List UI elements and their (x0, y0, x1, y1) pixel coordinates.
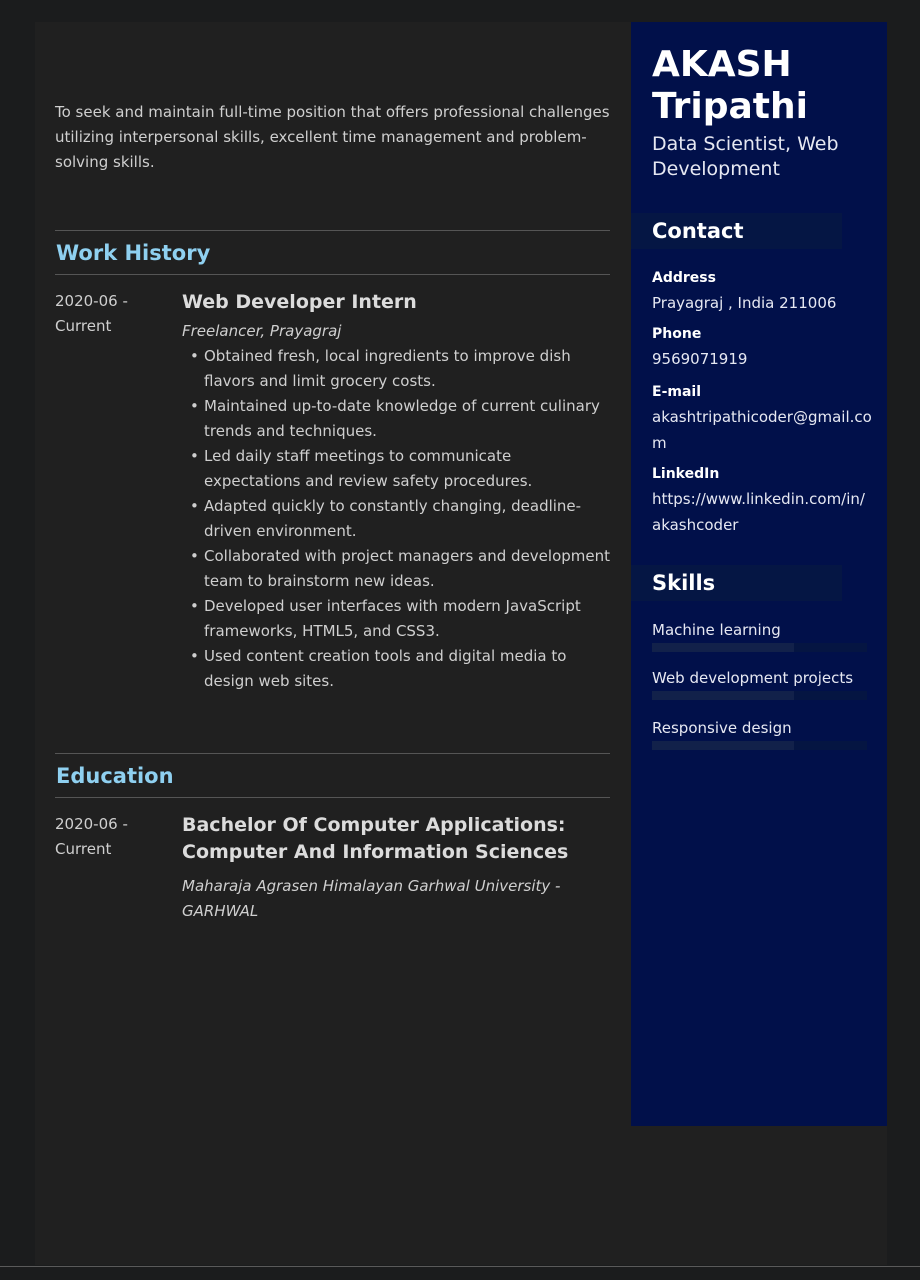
section-heading: Work History (56, 241, 211, 265)
skill-name: Web development projects (652, 669, 854, 687)
email-value[interactable]: akashtripathicoder@gmail.com (652, 404, 872, 456)
list-item: Adapted quickly to constantly changing, … (190, 494, 610, 544)
phone-label: Phone (652, 326, 702, 342)
date-end: Current (55, 317, 112, 335)
date-start: 2020-06 - (55, 292, 128, 310)
contact-heading: Contact (631, 213, 842, 249)
skill-level-fill (652, 691, 794, 700)
date-start: 2020-06 - (55, 815, 128, 833)
contact-linkedin: LinkedIn https://www.linkedin.com/in/aka… (652, 464, 872, 538)
degree-title: Bachelor Of Computer Applications: Compu… (182, 814, 569, 863)
list-item: Used content creation tools and digital … (190, 644, 610, 694)
address-label: Address (652, 270, 716, 286)
responsibilities-list: Obtained fresh, local ingredients to imp… (182, 344, 610, 694)
skill-level-bar (652, 643, 867, 652)
bottom-divider (0, 1266, 920, 1267)
job-entry: 2020-06 - Current Web Developer Intern F… (55, 275, 610, 694)
career-objective: To seek and maintain full-time position … (55, 103, 610, 171)
first-name: AKASH (652, 44, 792, 85)
work-history-section: Work History 2020-06 - Current Web Devel… (55, 230, 610, 694)
list-item: Obtained fresh, local ingredients to imp… (190, 344, 610, 394)
education-dates: 2020-06 - Current (55, 812, 165, 862)
phone-value: 9569071919 (652, 350, 748, 368)
last-name: Tripathi (652, 86, 808, 127)
contact-phone: Phone 9569071919 (652, 324, 872, 372)
school-name: Maharaja Agrasen Himalayan Garhwal Unive… (182, 877, 561, 920)
list-item: Maintained up-to-date knowledge of curre… (190, 394, 610, 444)
skill-item: Web development projects (652, 668, 867, 700)
date-end: Current (55, 840, 112, 858)
list-item: Developed user interfaces with modern Ja… (190, 594, 610, 644)
address-value: Prayagraj , India 211006 (652, 294, 837, 312)
list-item: Collaborated with project managers and d… (190, 544, 610, 594)
skill-item: Machine learning (652, 620, 867, 652)
job-title: Web Developer Intern (182, 291, 417, 313)
skill-level-fill (652, 741, 794, 750)
job-role: Data Scientist, Web Development (652, 133, 839, 180)
job-dates: 2020-06 - Current (55, 289, 165, 339)
contact-email: E-mail akashtripathicoder@gmail.com (652, 382, 872, 456)
company: Freelancer, Prayagraj (182, 322, 342, 340)
skill-name: Responsive design (652, 719, 792, 737)
education-section: Education 2020-06 - Current Bachelor Of … (55, 753, 610, 924)
skill-level-bar (652, 691, 867, 700)
education-entry: 2020-06 - Current Bachelor Of Computer A… (55, 798, 610, 924)
list-item: Led daily staff meetings to communicate … (190, 444, 610, 494)
skill-level-bar (652, 741, 867, 750)
resume-page: To seek and maintain full-time position … (35, 22, 887, 1265)
candidate-name: AKASH Tripathi (652, 44, 808, 128)
skill-name: Machine learning (652, 621, 781, 639)
skill-item: Responsive design (652, 718, 867, 750)
linkedin-label: LinkedIn (652, 466, 720, 482)
linkedin-value[interactable]: https://www.linkedin.com/in/akashcoder (652, 486, 872, 538)
email-label: E-mail (652, 384, 702, 400)
sidebar: AKASH Tripathi Data Scientist, Web Devel… (631, 22, 887, 1126)
section-heading: Education (56, 764, 174, 788)
skill-level-fill (652, 643, 794, 652)
contact-address: Address Prayagraj , India 211006 (652, 268, 872, 316)
skills-heading: Skills (631, 565, 842, 601)
